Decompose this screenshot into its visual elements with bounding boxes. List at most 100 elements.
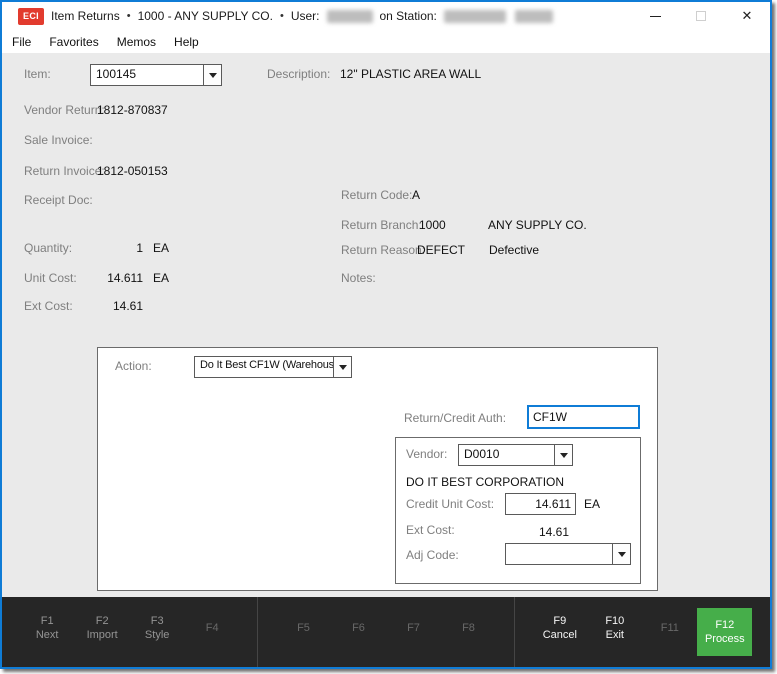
item-value: 100145: [91, 65, 203, 85]
return-credit-auth-input[interactable]: CF1W: [527, 405, 640, 429]
f12-label: Process: [705, 632, 745, 646]
action-label: Action:: [115, 359, 152, 373]
action-panel: Action: Do It Best CF1W (Warehouse) Retu…: [97, 347, 658, 591]
close-button[interactable]: ✕: [724, 2, 770, 30]
function-key-group-2: F5 F6 F7 F8: [257, 597, 514, 667]
menu-help[interactable]: Help: [165, 30, 208, 53]
credit-unit-cost-label: Credit Unit Cost:: [406, 497, 494, 511]
f2-import-button[interactable]: F2 Import: [75, 597, 130, 667]
f8-button: F8: [441, 597, 496, 667]
company-title: 1000 - ANY SUPPLY CO.: [138, 9, 273, 23]
f2-key: F2: [96, 614, 109, 628]
main-content: Item: 100145 Description: 12" PLASTIC AR…: [2, 53, 770, 597]
title-separator: •: [127, 10, 131, 22]
app-logo-icon: ECI: [18, 8, 44, 25]
f1-key: F1: [41, 614, 54, 628]
f10-exit-button[interactable]: F10 Exit: [587, 597, 642, 667]
return-invoice-label: Return Invoice:: [24, 164, 105, 178]
function-key-group-1: F1 Next F2 Import F3 Style F4: [2, 597, 257, 667]
item-dropdown[interactable]: 100145: [90, 64, 222, 86]
ext-cost-label: Ext Cost:: [24, 299, 73, 313]
adj-code-label: Adj Code:: [406, 548, 459, 562]
redacted-station: [444, 10, 506, 23]
function-key-group-3: F9 Cancel F10 Exit F11 F12 Process: [515, 597, 770, 667]
return-code-label: Return Code:: [341, 188, 412, 202]
vendor-dropdown[interactable]: D0010: [458, 444, 573, 466]
menu-file[interactable]: File: [3, 30, 40, 53]
return-invoice-value: 1812-050153: [97, 164, 168, 178]
chevron-down-icon[interactable]: [554, 445, 572, 465]
f4-button: F4: [185, 597, 240, 667]
quantity-value: 1: [97, 241, 143, 255]
return-reason-value: DEFECT: [417, 243, 465, 257]
vendor-return-label: Vendor Return:: [24, 103, 105, 117]
quantity-label: Quantity:: [24, 241, 72, 255]
description-value: 12" PLASTIC AREA WALL: [340, 67, 481, 81]
unit-cost-label: Unit Cost:: [24, 271, 77, 285]
menu-favorites[interactable]: Favorites: [40, 30, 107, 53]
adj-code-dropdown[interactable]: [505, 543, 631, 565]
f5-button: F5: [276, 597, 331, 667]
item-label: Item:: [24, 67, 51, 81]
return-reason-description: Defective: [489, 243, 539, 257]
menu-bar: File Favorites Memos Help: [2, 30, 770, 53]
quantity-uom: EA: [153, 241, 169, 255]
adj-code-value: [506, 544, 612, 564]
f7-button: F7: [386, 597, 441, 667]
menu-memos[interactable]: Memos: [108, 30, 165, 53]
f6-key: F6: [352, 621, 365, 635]
app-window: ECI Item Returns • 1000 - ANY SUPPLY CO.…: [0, 0, 772, 669]
user-label: User:: [291, 9, 320, 23]
sale-invoice-label: Sale Invoice:: [24, 133, 93, 147]
credit-unit-cost-uom: EA: [584, 497, 600, 511]
f9-cancel-button[interactable]: F9 Cancel: [532, 597, 587, 667]
minimize-button[interactable]: [632, 2, 678, 30]
credit-unit-cost-input[interactable]: 14.611: [505, 493, 576, 515]
f4-key: F4: [206, 621, 219, 635]
description-label: Description:: [267, 67, 330, 81]
f3-style-button[interactable]: F3 Style: [130, 597, 185, 667]
title-bar: ECI Item Returns • 1000 - ANY SUPPLY CO.…: [2, 2, 770, 30]
f8-key: F8: [462, 621, 475, 635]
window-controls: ✕: [632, 2, 770, 30]
f10-key: F10: [605, 614, 624, 628]
window-title: Item Returns: [51, 9, 120, 23]
close-icon: ✕: [742, 8, 753, 24]
vendor-ext-cost-label: Ext Cost:: [406, 523, 455, 537]
f2-label: Import: [87, 628, 118, 642]
title-separator: •: [280, 10, 284, 22]
action-dropdown[interactable]: Do It Best CF1W (Warehouse): [194, 356, 352, 378]
vendor-ext-cost-value: 14.61: [505, 525, 569, 539]
f9-key: F9: [553, 614, 566, 628]
chevron-down-icon[interactable]: [612, 544, 630, 564]
f6-button: F6: [331, 597, 386, 667]
return-credit-auth-label: Return/Credit Auth:: [404, 411, 506, 425]
f1-next-button[interactable]: F1 Next: [20, 597, 75, 667]
f3-label: Style: [145, 628, 169, 642]
f12-process-button[interactable]: F12 Process: [697, 608, 752, 656]
f7-key: F7: [407, 621, 420, 635]
f11-button: F11: [642, 597, 697, 667]
f3-key: F3: [151, 614, 164, 628]
redacted-username: [327, 10, 373, 23]
chevron-down-icon[interactable]: [333, 357, 351, 377]
f11-key: F11: [661, 621, 679, 635]
maximize-button: [678, 2, 724, 30]
chevron-down-icon[interactable]: [203, 65, 221, 85]
notes-label: Notes:: [341, 271, 376, 285]
f1-label: Next: [36, 628, 59, 642]
action-value: Do It Best CF1W (Warehouse): [195, 357, 333, 377]
f12-key: F12: [715, 618, 734, 632]
maximize-icon: [696, 11, 706, 21]
f5-key: F5: [297, 621, 310, 635]
return-reason-label: Return Reason:: [341, 243, 425, 257]
function-key-bar: F1 Next F2 Import F3 Style F4 F5 F6: [2, 597, 770, 667]
minimize-icon: [650, 16, 661, 17]
return-code-value: A: [412, 188, 420, 202]
vendor-name: DO IT BEST CORPORATION: [406, 475, 564, 489]
redacted-station-suffix: [515, 10, 553, 23]
station-label: on Station:: [380, 9, 437, 23]
return-branch-value: 1000: [419, 218, 446, 232]
vendor-label: Vendor:: [406, 447, 447, 461]
vendor-return-value: 1812-870837: [97, 103, 168, 117]
